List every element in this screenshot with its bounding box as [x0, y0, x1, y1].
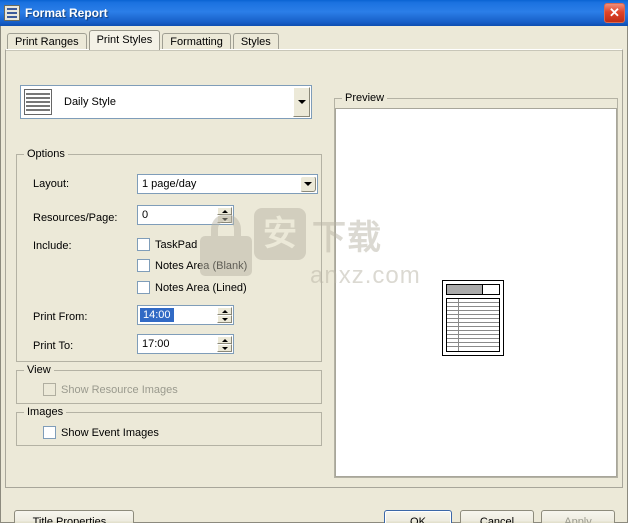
layout-value: 1 page/day — [142, 178, 197, 190]
spin-up-button[interactable] — [217, 336, 232, 344]
spin-down-button[interactable] — [217, 344, 232, 352]
tab-styles[interactable]: Styles — [232, 33, 279, 50]
print-from-label: Print From: — [33, 311, 88, 323]
checkbox-box-icon — [43, 426, 56, 439]
arrow-up-icon — [221, 209, 228, 213]
checkbox-notes-area-lined-label: Notes Area (Lined) — [155, 281, 247, 294]
checkbox-taskpad-label: TaskPad — [155, 238, 198, 251]
format-report-dialog: Format Report ✕ Print Ranges Print Style… — [0, 0, 628, 523]
checkbox-show-resource-images-label: Show Resource Images — [61, 383, 178, 396]
report-icon — [4, 5, 20, 21]
arrow-up-icon — [221, 309, 228, 313]
images-group-label: Images — [24, 406, 67, 418]
checkbox-show-event-images[interactable]: Show Event Images — [43, 426, 159, 439]
checkbox-notes-area-blank[interactable]: Notes Area (Blank) — [137, 259, 247, 272]
arrow-down-icon — [221, 217, 228, 221]
print-style-value: Daily Style — [64, 96, 116, 108]
resources-per-page-value: 0 — [142, 209, 149, 221]
layout-label: Layout: — [33, 178, 70, 190]
print-to-value: 17:00 — [142, 338, 170, 350]
tab-strip: Print Ranges Print Styles Formatting Sty… — [7, 30, 281, 50]
tab-print-ranges[interactable]: Print Ranges — [7, 33, 87, 50]
preview-rows-icon — [446, 298, 500, 352]
tab-panel-print-styles: Daily Style Options Layout: 1 page/day R… — [5, 49, 623, 488]
checkbox-show-resource-images: Show Resource Images — [43, 383, 178, 396]
title-bar: Format Report ✕ — [0, 0, 628, 26]
chevron-down-icon — [297, 100, 306, 104]
window-title: Format Report — [25, 6, 108, 20]
preview-area — [335, 108, 617, 477]
print-style-combo[interactable]: Daily Style — [20, 85, 312, 119]
checkbox-box-icon — [137, 238, 150, 251]
layout-combo[interactable]: 1 page/day — [137, 174, 318, 194]
preview-group-label: Preview — [342, 92, 388, 104]
checkbox-box-icon — [137, 281, 150, 294]
checkbox-notes-area-blank-label: Notes Area (Blank) — [155, 259, 248, 272]
print-to-spinner[interactable]: 17:00 — [137, 334, 234, 354]
print-from-spin-buttons[interactable] — [217, 307, 232, 323]
tab-print-styles[interactable]: Print Styles — [88, 30, 161, 50]
arrow-up-icon — [221, 338, 228, 342]
daily-style-thumbnail-icon — [24, 89, 52, 115]
close-icon[interactable]: ✕ — [604, 3, 625, 23]
checkbox-box-icon — [43, 383, 56, 396]
spin-up-button[interactable] — [217, 207, 232, 215]
spin-down-button[interactable] — [217, 315, 232, 323]
arrow-down-icon — [221, 346, 228, 350]
title-properties-button[interactable]: Title Properties... — [14, 510, 134, 523]
apply-button: Apply — [541, 510, 615, 523]
checkbox-taskpad[interactable]: TaskPad — [137, 238, 197, 251]
view-group-label: View — [24, 364, 54, 376]
resources-per-page-spinner[interactable]: 0 — [137, 205, 234, 225]
checkbox-show-event-images-label: Show Event Images — [61, 426, 159, 439]
cancel-button[interactable]: Cancel — [460, 510, 534, 523]
checkbox-box-icon — [137, 259, 150, 272]
preview-header-icon — [446, 284, 500, 295]
layout-dropdown-button[interactable] — [300, 176, 316, 192]
spin-down-button[interactable] — [217, 215, 232, 223]
print-to-label: Print To: — [33, 340, 74, 352]
arrow-down-icon — [221, 317, 228, 321]
resources-per-page-label: Resources/Page: — [33, 212, 118, 224]
preview-page-thumbnail — [442, 280, 504, 356]
chevron-down-icon — [304, 182, 312, 186]
print-from-spinner[interactable]: 14:00 — [137, 305, 234, 325]
print-to-spin-buttons[interactable] — [217, 336, 232, 352]
include-label: Include: — [33, 240, 72, 252]
print-from-value: 14:00 — [140, 308, 174, 322]
options-group-label: Options — [24, 148, 68, 160]
resources-per-page-spin-buttons[interactable] — [217, 207, 232, 223]
tab-formatting[interactable]: Formatting — [162, 33, 231, 50]
print-style-dropdown-button[interactable] — [293, 87, 310, 117]
dialog-body: Print Ranges Print Styles Formatting Sty… — [0, 26, 628, 523]
spin-up-button[interactable] — [217, 307, 232, 315]
ok-button[interactable]: OK — [384, 510, 452, 523]
checkbox-notes-area-lined[interactable]: Notes Area (Lined) — [137, 281, 247, 294]
